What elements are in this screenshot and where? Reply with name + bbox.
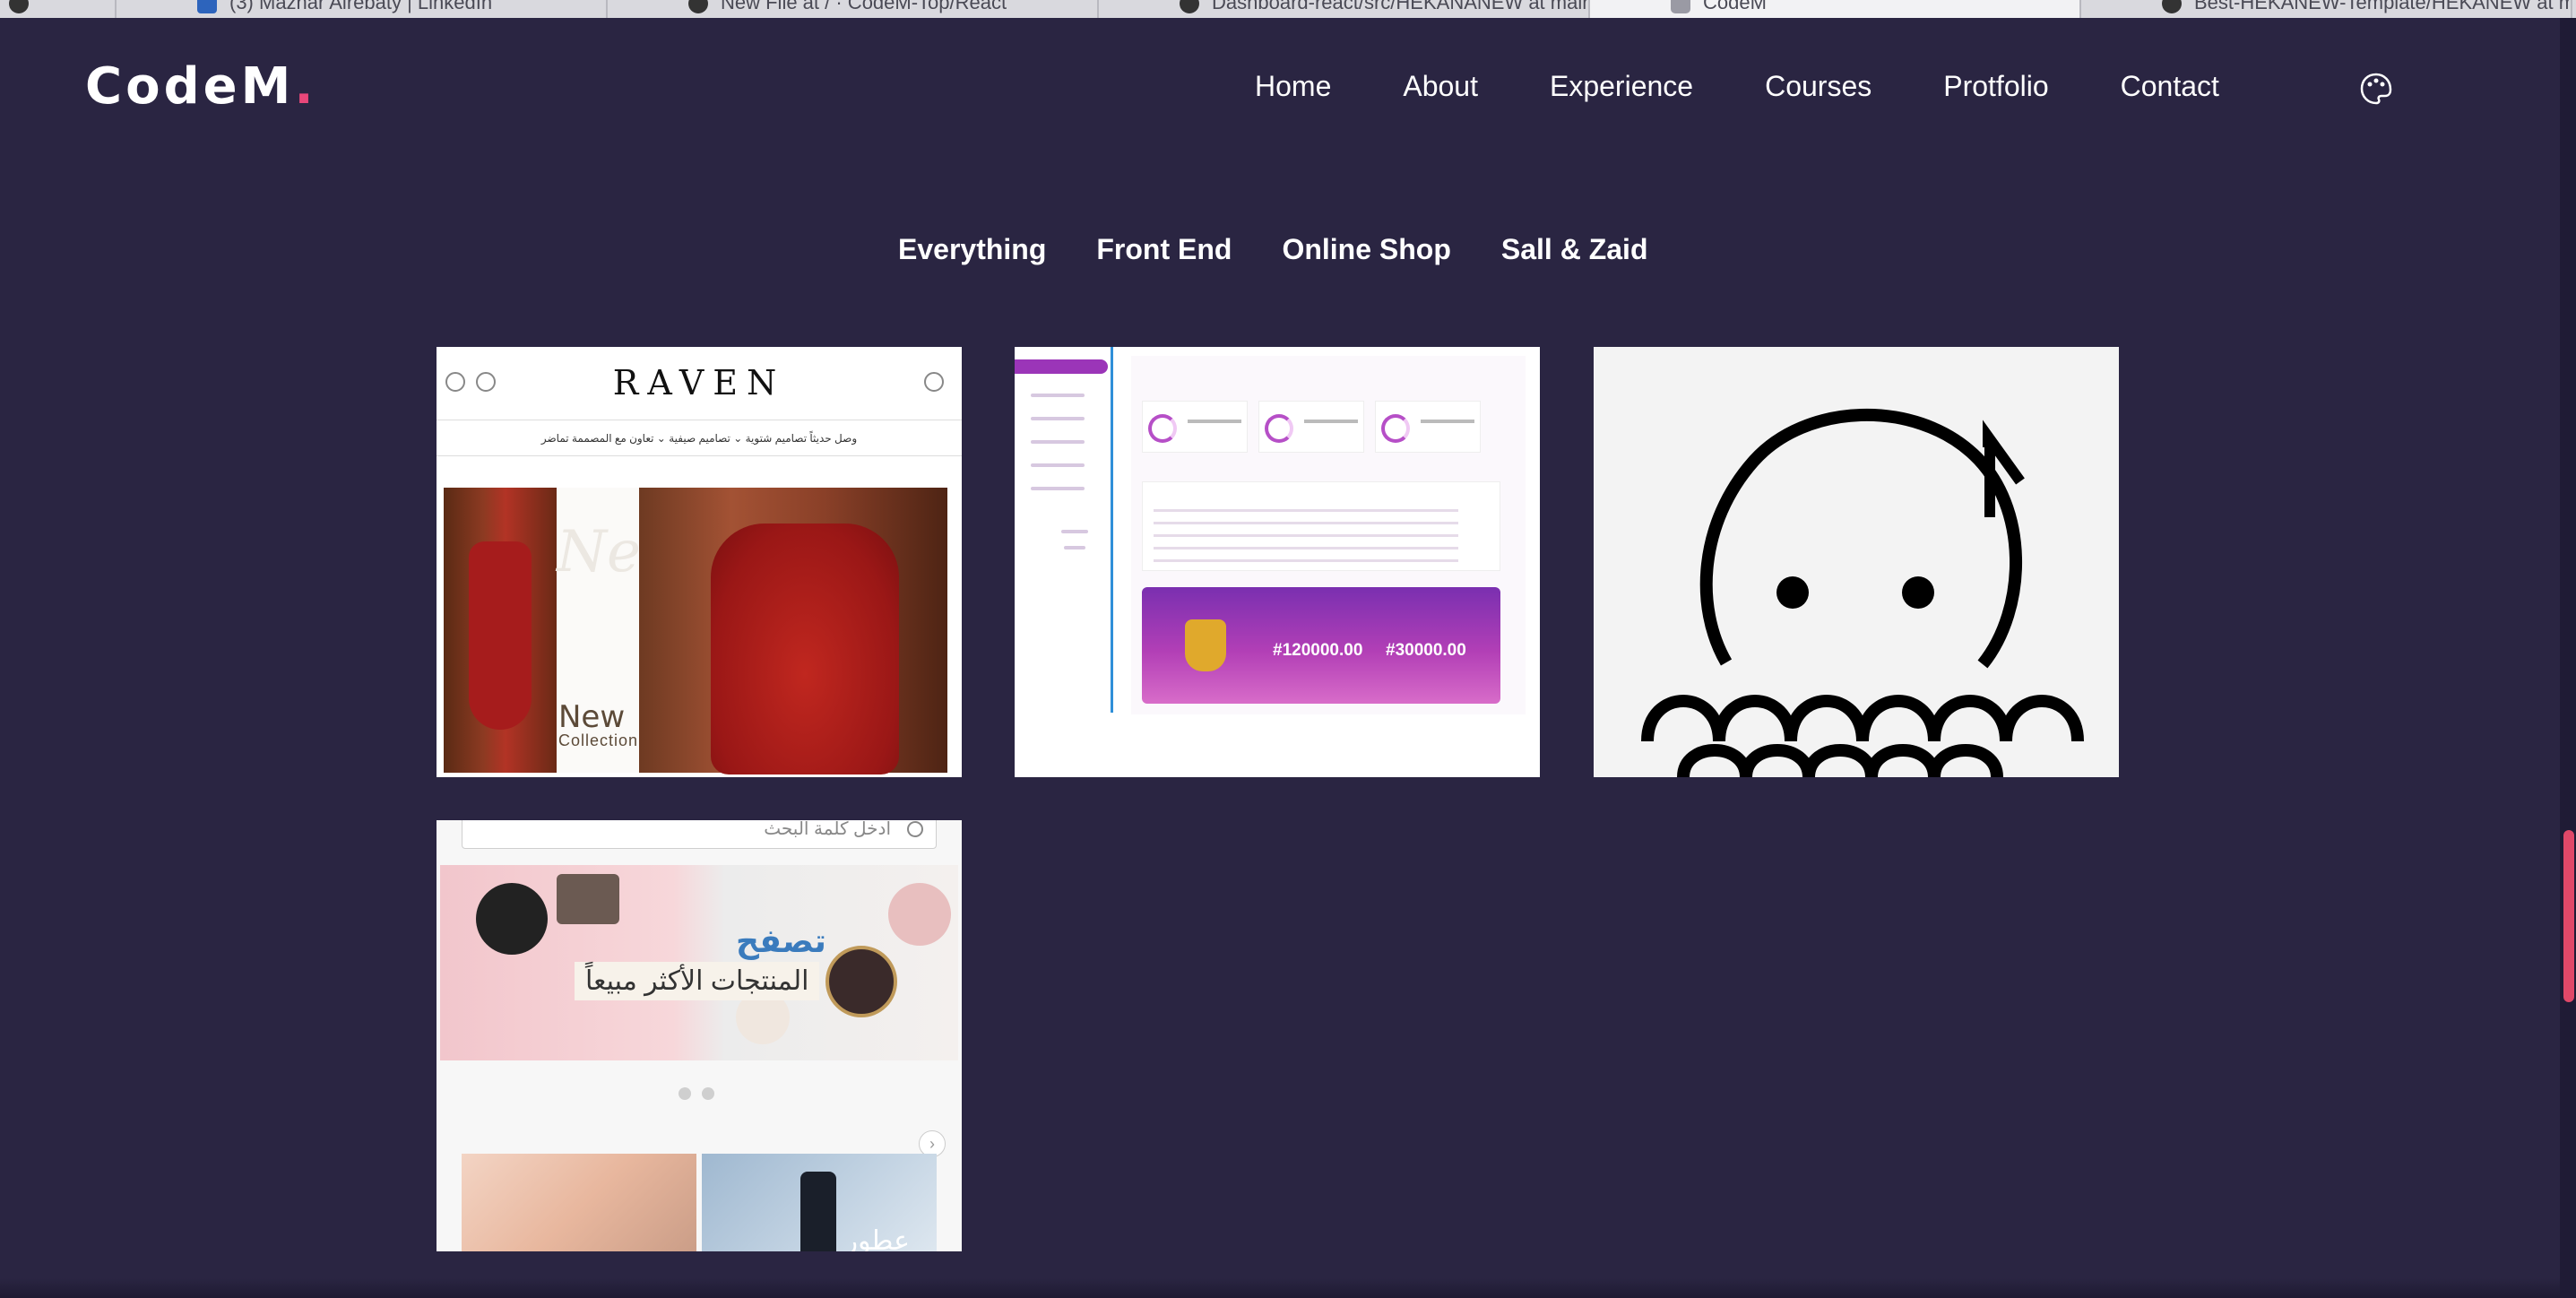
github-icon	[1180, 0, 1199, 13]
portfolio-filters: Everything Front End Online Shop Sall & …	[898, 233, 1698, 266]
portfolio-card-logo[interactable]	[1594, 347, 2119, 777]
dress-photo	[444, 488, 557, 773]
dashboard-sidebar	[1015, 347, 1113, 713]
github-icon	[2162, 0, 2182, 13]
carousel-dot[interactable]	[702, 1087, 714, 1100]
banner-title: تصفح	[736, 922, 826, 959]
github-icon	[688, 0, 708, 13]
browser-tab-title: (3) Mazhar Alrebaty | LinkedIn	[229, 0, 493, 13]
product-thumb	[462, 1154, 696, 1251]
dashboard-main: #120000.00 #30000.00	[1131, 356, 1526, 714]
site-favicon-icon	[1671, 0, 1690, 13]
portfolio-card-raven[interactable]: RAVEN وصل حديثاً تصاميم شتوية ⌄ تصاميم ص…	[437, 347, 962, 777]
raven-hero: New New Collection	[444, 488, 947, 774]
product-thumb: عطور	[702, 1154, 937, 1251]
filter-online-shop[interactable]: Online Shop	[1282, 233, 1450, 266]
promo-amount: #120000.00	[1273, 641, 1363, 660]
stat-card	[1142, 401, 1248, 453]
nav-experience[interactable]: Experience	[1550, 70, 1693, 103]
carousel-dots	[679, 1087, 714, 1100]
nav-about[interactable]: About	[1403, 70, 1478, 103]
raven-brand: RAVEN	[612, 363, 786, 402]
user-icon	[924, 372, 944, 392]
browser-tab[interactable]: Best-HEKANEW-Template/HEKANEW at main	[2081, 0, 2572, 18]
filter-front-end[interactable]: Front End	[1096, 233, 1232, 266]
browser-tab-strip: (3) Mazhar Alrebaty | LinkedIn New File …	[0, 0, 2576, 18]
search-icon	[907, 821, 923, 837]
portfolio-card-shop[interactable]: ادخل كلمة البحث تصفح المنتجات الأكثر مبي…	[437, 820, 962, 1251]
browser-tab-title: Dashboard-react/src/HEKANANEW at main	[1212, 0, 1590, 13]
browser-tab-active[interactable]: CodeM	[1590, 0, 2081, 18]
scrollbar-track[interactable]	[2560, 18, 2576, 1298]
nav-portfolio[interactable]: Protfolio	[1943, 70, 2048, 103]
browser-tab-title: Best-HEKANEW-Template/HEKANEW at main	[2194, 0, 2572, 13]
thumb-text: عطور	[844, 1226, 911, 1251]
shop-banner: تصفح المنتجات الأكثر مبيعاً	[440, 865, 958, 1060]
browser-tab[interactable]	[0, 0, 117, 18]
browser-tab-title: CodeM	[1703, 0, 1767, 13]
new-label: New	[558, 699, 626, 735]
conversion-table	[1142, 481, 1500, 571]
browser-tab[interactable]: Dashboard-react/src/HEKANANEW at main	[1099, 0, 1590, 18]
sidebar-active-item	[1015, 359, 1108, 374]
browser-tab[interactable]: New File at / · CodeM-Top/React	[608, 0, 1099, 18]
carousel-dot[interactable]	[679, 1087, 691, 1100]
github-icon	[9, 0, 29, 13]
filter-sall-zaid[interactable]: Sall & Zaid	[1501, 233, 1648, 266]
dress-photo-large	[639, 488, 947, 774]
nav-courses[interactable]: Courses	[1765, 70, 1871, 103]
octopus-logo-icon	[1641, 409, 2084, 777]
stat-card	[1375, 401, 1481, 453]
browser-tab-title: New File at / · CodeM-Top/React	[721, 0, 1007, 13]
collection-panel: New New Collection	[557, 488, 690, 773]
shop-search-input[interactable]: ادخل كلمة البحث	[462, 820, 937, 849]
nav-home[interactable]: Home	[1255, 70, 1331, 103]
logo-text: CodeM	[85, 57, 295, 116]
portfolio-card-dashboard[interactable]: #120000.00 #30000.00	[1015, 347, 1540, 777]
stat-card	[1258, 401, 1364, 453]
site-logo[interactable]: CodeM.	[85, 57, 317, 116]
collection-label: Collection	[558, 731, 639, 749]
promo-banner: #120000.00 #30000.00	[1142, 587, 1500, 704]
search-placeholder: ادخل كلمة البحث	[764, 820, 891, 839]
banner-subtitle: المنتجات الأكثر مبيعاً	[575, 962, 820, 1000]
nav-contact[interactable]: Contact	[2121, 70, 2219, 103]
linkedin-icon	[197, 0, 217, 13]
trophy-icon	[1185, 619, 1226, 671]
browser-tab[interactable]: (3) Mazhar Alrebaty | LinkedIn	[117, 0, 608, 18]
palette-icon[interactable]	[2359, 72, 2393, 106]
filter-everything[interactable]: Everything	[898, 233, 1046, 266]
promo-amount: #30000.00	[1386, 641, 1466, 660]
logo-dot: .	[294, 57, 317, 116]
raven-menu: وصل حديثاً تصاميم شتوية ⌄ تصاميم صيفية ⌄…	[437, 420, 962, 456]
main-nav: Home About Experience Courses Protfolio …	[1255, 70, 2291, 103]
raven-header: RAVEN	[437, 347, 962, 420]
scrollbar-thumb[interactable]	[2563, 830, 2574, 1002]
page-bottom-edge	[0, 1278, 2560, 1298]
